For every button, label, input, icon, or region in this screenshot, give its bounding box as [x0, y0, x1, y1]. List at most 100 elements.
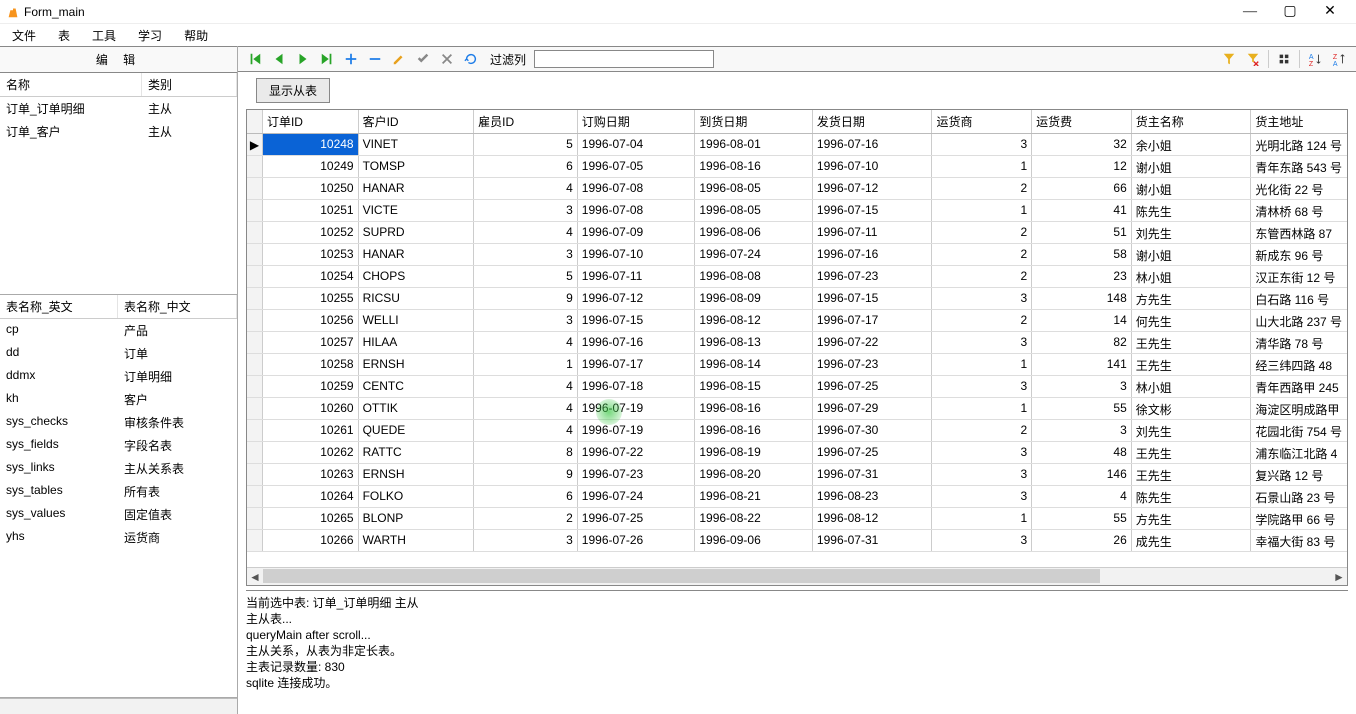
table-row[interactable]: 10253HANAR31996-07-101996-07-241996-07-1…	[247, 244, 1347, 266]
table-row[interactable]: 10254CHOPS51996-07-111996-08-081996-07-2…	[247, 266, 1347, 288]
nav-cancel-button[interactable]	[436, 49, 458, 69]
col-shipdate[interactable]: 发货日期	[813, 110, 933, 133]
table-row[interactable]: 10265BLONP21996-07-251996-08-221996-08-1…	[247, 508, 1347, 530]
table-list-item[interactable]: kh客户	[0, 388, 237, 411]
row-indicator	[247, 332, 263, 353]
row-indicator-header	[247, 110, 263, 133]
table-list-item[interactable]: cp产品	[0, 319, 237, 342]
table-list-item[interactable]: sys_tables所有表	[0, 480, 237, 503]
row-indicator	[247, 398, 263, 419]
table-row[interactable]: 10262RATTC81996-07-221996-08-191996-07-2…	[247, 442, 1347, 464]
row-indicator	[247, 420, 263, 441]
filter-icon[interactable]	[1218, 49, 1240, 69]
row-indicator	[247, 442, 263, 463]
col-orderid[interactable]: 订单ID	[263, 110, 359, 133]
table-list-item[interactable]: sys_fields字段名表	[0, 434, 237, 457]
table-row[interactable]: 10264FOLKO61996-07-241996-08-211996-08-2…	[247, 486, 1347, 508]
filter-column-input[interactable]	[534, 50, 714, 68]
table-list-item[interactable]: sys_values固定值表	[0, 503, 237, 526]
nav-next-button[interactable]	[292, 49, 314, 69]
col-orderdate[interactable]: 订购日期	[578, 110, 696, 133]
window-titlebar: Form_main — ▢ ✕	[0, 0, 1356, 24]
col-reqdate[interactable]: 到货日期	[695, 110, 813, 133]
menu-help[interactable]: 帮助	[180, 25, 212, 46]
window-close-button[interactable]: ✕	[1310, 2, 1350, 22]
query-list[interactable]: 名称 类别 订单_订单明细主从订单_客户主从	[0, 73, 237, 295]
nav-first-button[interactable]	[244, 49, 266, 69]
col-cat-header[interactable]: 类别	[142, 73, 237, 96]
col-shipname[interactable]: 货主名称	[1132, 110, 1252, 133]
table-row[interactable]: 10251VICTE31996-07-081996-08-051996-07-1…	[247, 200, 1347, 222]
log-line: queryMain after scroll...	[246, 627, 1348, 643]
find-icon[interactable]	[1273, 49, 1295, 69]
table-row[interactable]: 10259CENTC41996-07-181996-08-151996-07-2…	[247, 376, 1347, 398]
log-line: 当前选中表: 订单_订单明细 主从	[246, 595, 1348, 611]
query-list-item[interactable]: 订单_订单明细主从	[0, 97, 237, 120]
table-list-item[interactable]: sys_checks审核条件表	[0, 411, 237, 434]
col-empid[interactable]: 雇员ID	[474, 110, 578, 133]
query-list-item[interactable]: 订单_客户主从	[0, 120, 237, 143]
menu-table[interactable]: 表	[54, 25, 74, 46]
col-shipper[interactable]: 运货商	[932, 110, 1032, 133]
table-list-item[interactable]: sys_links主从关系表	[0, 457, 237, 480]
nav-delete-button[interactable]	[364, 49, 386, 69]
log-line: 主从关系，从表为非定长表。	[246, 643, 1348, 659]
window-title: Form_main	[24, 5, 1230, 19]
table-row[interactable]: 10256WELLI31996-07-151996-08-121996-07-1…	[247, 310, 1347, 332]
row-indicator	[247, 464, 263, 485]
row-indicator	[247, 200, 263, 221]
row-indicator: ▶	[247, 134, 263, 155]
table-list-item[interactable]: yhs运货商	[0, 526, 237, 549]
table-row[interactable]: ▶10248VINET51996-07-041996-08-011996-07-…	[247, 134, 1347, 156]
row-indicator	[247, 156, 263, 177]
table-list-item[interactable]: dd订单	[0, 342, 237, 365]
log-line: 主从表...	[246, 611, 1348, 627]
show-subtable-button[interactable]: 显示从表	[256, 78, 330, 103]
left-scrollbar[interactable]	[0, 698, 237, 714]
filter-clear-icon[interactable]	[1242, 49, 1264, 69]
nav-insert-button[interactable]	[340, 49, 362, 69]
nav-refresh-button[interactable]	[460, 49, 482, 69]
row-indicator	[247, 354, 263, 375]
grid-horizontal-scrollbar[interactable]: ◄ ►	[247, 567, 1347, 585]
table-row[interactable]: 10260OTTIK41996-07-191996-08-161996-07-2…	[247, 398, 1347, 420]
sort-desc-icon[interactable]: ZA	[1328, 49, 1350, 69]
col-freight[interactable]: 运货费	[1032, 110, 1132, 133]
svg-text:Z: Z	[1309, 61, 1314, 66]
row-indicator	[247, 310, 263, 331]
table-row[interactable]: 10263ERNSH91996-07-231996-08-201996-07-3…	[247, 464, 1347, 486]
window-minimize-button[interactable]: —	[1230, 2, 1270, 22]
table-row[interactable]: 10249TOMSP61996-07-051996-08-161996-07-1…	[247, 156, 1347, 178]
table-row[interactable]: 10252SUPRD41996-07-091996-08-061996-07-1…	[247, 222, 1347, 244]
table-row[interactable]: 10258ERNSH11996-07-171996-08-141996-07-2…	[247, 354, 1347, 376]
nav-prev-button[interactable]	[268, 49, 290, 69]
table-row[interactable]: 10250HANAR41996-07-081996-08-051996-07-1…	[247, 178, 1347, 200]
row-indicator	[247, 486, 263, 507]
menu-learn[interactable]: 学习	[134, 25, 166, 46]
menu-file[interactable]: 文件	[8, 25, 40, 46]
nav-last-button[interactable]	[316, 49, 338, 69]
row-indicator	[247, 222, 263, 243]
col-en-header[interactable]: 表名称_英文	[0, 295, 118, 318]
table-row[interactable]: 10255RICSU91996-07-121996-08-091996-07-1…	[247, 288, 1347, 310]
svg-text:Z: Z	[1333, 54, 1338, 61]
table-row[interactable]: 10257HILAA41996-07-161996-08-131996-07-2…	[247, 332, 1347, 354]
scroll-left-icon[interactable]: ◄	[247, 568, 263, 585]
data-grid[interactable]: 订单ID 客户ID 雇员ID 订购日期 到货日期 发货日期 运货商 运货费 货主…	[246, 109, 1348, 586]
menu-tools[interactable]: 工具	[88, 25, 120, 46]
log-line: 主表记录数量: 830	[246, 659, 1348, 675]
nav-edit-button[interactable]	[388, 49, 410, 69]
col-shipaddr[interactable]: 货主地址	[1251, 110, 1347, 133]
row-indicator	[247, 178, 263, 199]
nav-post-button[interactable]	[412, 49, 434, 69]
table-row[interactable]: 10266WARTH31996-07-261996-09-061996-07-3…	[247, 530, 1347, 552]
scroll-right-icon[interactable]: ►	[1331, 568, 1347, 585]
window-maximize-button[interactable]: ▢	[1270, 2, 1310, 22]
table-row[interactable]: 10261QUEDE41996-07-191996-08-161996-07-3…	[247, 420, 1347, 442]
col-cn-header[interactable]: 表名称_中文	[118, 295, 237, 318]
table-list[interactable]: 表名称_英文 表名称_中文 cp产品dd订单ddmx订单明细kh客户sys_ch…	[0, 295, 237, 698]
col-name-header[interactable]: 名称	[0, 73, 142, 96]
table-list-item[interactable]: ddmx订单明细	[0, 365, 237, 388]
sort-asc-icon[interactable]: AZ	[1304, 49, 1326, 69]
col-custid[interactable]: 客户ID	[359, 110, 475, 133]
